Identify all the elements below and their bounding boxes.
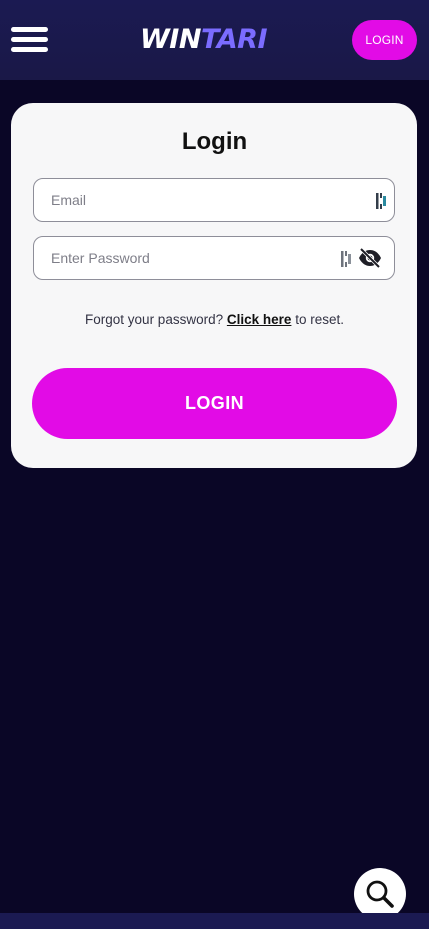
logo-text-win: WIN	[140, 24, 201, 55]
menu-bar-top	[11, 27, 48, 32]
password-manager-icon[interactable]	[376, 193, 388, 209]
login-title: Login	[181, 128, 248, 155]
menu-bar-bottom	[11, 47, 48, 52]
forgot-suffix: to reset.	[295, 312, 344, 327]
wintari-logo[interactable]: WINTARI	[140, 24, 290, 56]
email-input[interactable]	[51, 179, 351, 221]
password-field[interactable]	[33, 236, 395, 280]
login-submit-button[interactable]: LOGIN	[32, 368, 397, 439]
logo-text: WINTARI	[140, 24, 290, 56]
menu-icon[interactable]	[11, 27, 48, 53]
bottom-bar	[0, 913, 429, 929]
header-login-button[interactable]: LOGIN	[352, 20, 417, 60]
forgot-prefix: Forgot your password?	[85, 312, 224, 327]
search-icon	[366, 880, 394, 908]
password-input[interactable]	[51, 237, 351, 279]
menu-bar-middle	[11, 37, 48, 42]
top-navbar: WINTARI LOGIN	[0, 0, 429, 80]
password-manager-icon[interactable]	[341, 251, 353, 267]
eye-slash-icon[interactable]	[358, 248, 382, 268]
reset-password-link[interactable]: Click here	[227, 312, 292, 327]
logo-text-tari: TARI	[200, 24, 268, 55]
email-field[interactable]	[33, 178, 395, 222]
forgot-password-text: Forgot your password? Click here to rese…	[0, 312, 429, 327]
